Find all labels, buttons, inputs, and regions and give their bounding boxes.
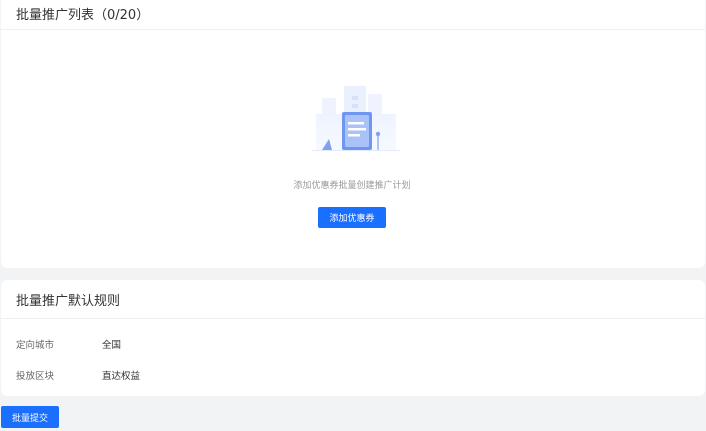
rule-value: 全国 [102, 340, 122, 351]
rule-label: 投放区块 [16, 371, 55, 382]
rules-card-header: 批量推广默认规则 [1, 280, 705, 319]
rules-card-title: 批量推广默认规则 [16, 293, 121, 309]
rule-label: 定向城市 [16, 340, 55, 351]
empty-document-illustration-icon [312, 86, 400, 151]
add-coupon-button[interactable]: 添加优惠券 [318, 207, 386, 228]
rule-row-target-city: 定向城市 全国 [16, 337, 121, 351]
rule-value: 直达权益 [102, 371, 141, 382]
rule-row-placement-block: 投放区块 直达权益 [16, 368, 140, 382]
list-card-title: 批量推广列表（0/20） [16, 8, 150, 23]
batch-submit-button[interactable]: 批量提交 [1, 406, 59, 428]
list-card-header: 批量推广列表（0/20） [1, 0, 705, 30]
empty-state-text: 添加优惠券批量创建推广计划 [293, 181, 411, 191]
